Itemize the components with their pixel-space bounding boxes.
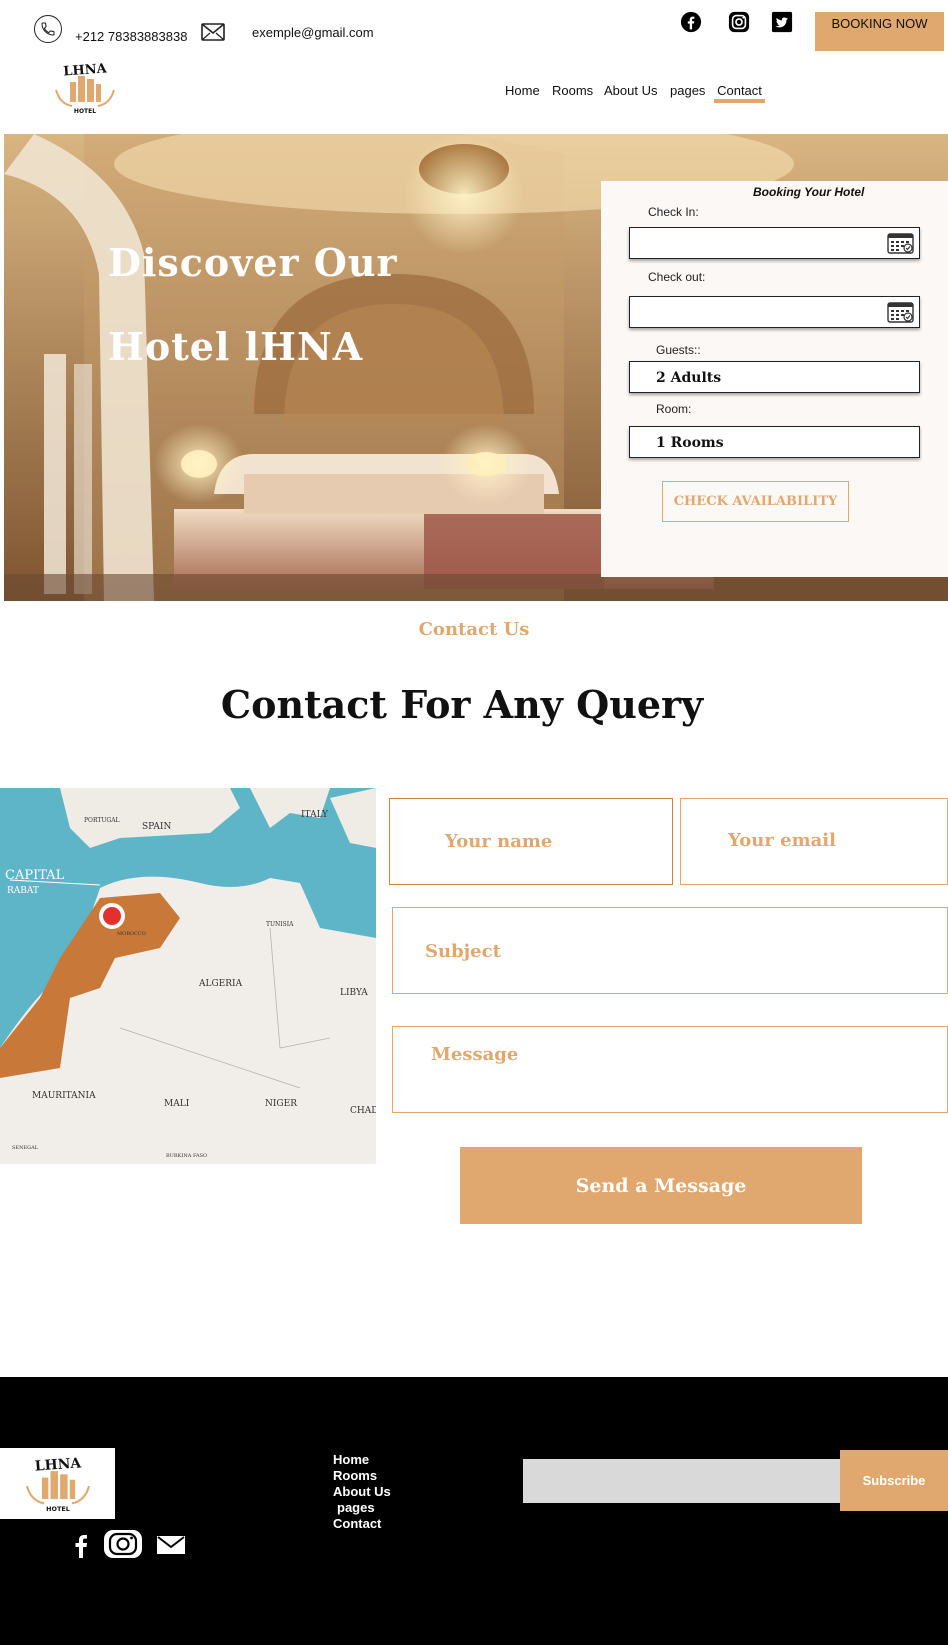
footer-link-rooms[interactable]: Rooms <box>333 1468 391 1484</box>
nav-pages[interactable]: pages <box>670 83 705 98</box>
map-label-burkina: BURKINA FASO <box>166 1153 208 1159</box>
check-out-field[interactable] <box>629 296 920 328</box>
name-placeholder: Your name <box>445 831 553 852</box>
nav-home[interactable]: Home <box>505 83 540 98</box>
map-label-chad: CHAD <box>350 1106 376 1116</box>
footer-instagram-icon[interactable] <box>104 1530 142 1563</box>
svg-text:HOTEL: HOTEL <box>46 1504 70 1512</box>
send-message-button[interactable]: Send a Message <box>460 1147 862 1224</box>
check-in-label: Check In: <box>648 205 699 219</box>
map-label-morocco: MOROCCO <box>117 931 146 937</box>
footer-logo[interactable]: LHNA HOTEL <box>0 1448 115 1519</box>
booking-now-button[interactable]: BOOKING NOW <box>815 12 944 51</box>
footer-link-home[interactable]: Home <box>333 1452 391 1468</box>
check-out-label: Check out: <box>648 270 706 284</box>
guests-select[interactable]: 2 Adults <box>629 361 920 393</box>
twitter-icon[interactable] <box>771 11 793 33</box>
message-textarea[interactable]: Message <box>392 1026 948 1113</box>
mail-icon <box>201 23 225 41</box>
map-label-rabat: RABAT <box>7 886 39 896</box>
footer-mail-icon[interactable] <box>157 1536 185 1559</box>
footer-link-contact[interactable]: Contact <box>333 1516 391 1532</box>
subscribe-button[interactable]: Subscribe <box>840 1450 948 1511</box>
map-label-senegal: SENEGAL <box>12 1145 39 1151</box>
nav-about-us[interactable]: About Us <box>604 83 657 98</box>
phone-number: +212 78383883838 <box>75 29 188 44</box>
footer-facebook-icon[interactable] <box>71 1534 91 1563</box>
nav-rooms[interactable]: Rooms <box>552 83 593 98</box>
map-label-mali: MALI <box>164 1099 190 1109</box>
email-input[interactable]: Your email <box>680 798 948 885</box>
room-label: Room: <box>656 402 692 416</box>
svg-text:LHNA: LHNA <box>34 1455 82 1474</box>
phone-icon <box>34 15 62 43</box>
map-label-portugal: PORTUGAL <box>84 817 120 824</box>
subject-input[interactable]: Subject <box>392 907 948 994</box>
booking-title: Booking Your Hotel <box>753 185 865 199</box>
contact-title: Contact For Any Query <box>220 682 704 727</box>
map-label-capital: CAPITAL <box>5 868 65 883</box>
map-label-niger: NIGER <box>265 1099 297 1109</box>
email-address: exemple@gmail.com <box>252 25 374 40</box>
svg-text:HOTEL: HOTEL <box>74 108 96 115</box>
check-availability-button[interactable]: CHECK AVAILABILITY <box>662 481 849 522</box>
footer <box>0 1377 948 1645</box>
email-placeholder: Your email <box>728 830 836 851</box>
svg-text:LHNA: LHNA <box>63 61 108 79</box>
map-label-algeria: ALGERIA <box>199 979 243 989</box>
subscribe-email-input[interactable] <box>523 1459 843 1503</box>
morocco-map: CAPITAL RABAT PORTUGAL SPAIN ITALY TUNIS… <box>0 788 376 1164</box>
message-placeholder: Message <box>431 1044 519 1065</box>
calendar-icon[interactable] <box>887 232 914 259</box>
guests-label: Guests:: <box>656 343 701 357</box>
check-in-field[interactable] <box>629 227 920 259</box>
map-label-libya: LIBYA <box>340 988 368 998</box>
subject-placeholder: Subject <box>425 941 501 962</box>
hero-title-line1: Discover Our <box>108 240 398 285</box>
hero-title-line2: Hotel lHNA <box>108 324 364 369</box>
footer-links: Home Rooms About Us pages Contact <box>333 1452 391 1532</box>
nav-contact[interactable]: Contact <box>714 83 765 103</box>
instagram-icon[interactable] <box>728 11 750 33</box>
footer-link-pages[interactable]: pages <box>333 1500 391 1516</box>
calendar-icon[interactable] <box>887 301 914 328</box>
name-input[interactable]: Your name <box>389 798 673 885</box>
map-label-spain: SPAIN <box>142 822 172 832</box>
facebook-icon[interactable] <box>680 11 702 33</box>
room-select[interactable]: 1 Rooms <box>629 426 920 458</box>
hotel-logo[interactable]: LHNA HOTEL <box>50 60 120 116</box>
contact-kicker: Contact Us <box>418 619 530 640</box>
map-label-mauritania: MAURITANIA <box>32 1091 96 1101</box>
map-label-tunisia: TUNISIA <box>266 921 294 928</box>
guests-value: 2 Adults <box>656 370 722 386</box>
room-value: 1 Rooms <box>656 435 724 451</box>
map-label-italy: ITALY <box>301 810 328 820</box>
footer-link-about-us[interactable]: About Us <box>333 1484 391 1500</box>
